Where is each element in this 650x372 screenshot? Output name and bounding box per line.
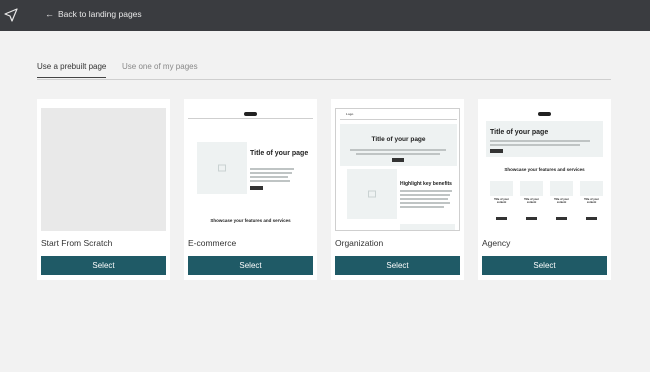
thumb-logo: Logo [346,112,354,116]
template-name: Start From Scratch [41,238,113,248]
back-link[interactable]: ← Back to landing pages [45,9,142,19]
image-placeholder-icon [580,181,603,196]
template-name: Organization [335,238,384,248]
template-name: E-commerce [188,238,237,248]
thumb-heading: Showcase your features and services [504,167,585,172]
select-button[interactable]: Select [335,256,460,275]
tab-bar: Use a prebuilt page Use one of my pages [37,60,611,80]
arrow-left-icon: ← [45,8,54,19]
tab-my-pages[interactable]: Use one of my pages [122,62,198,77]
select-button[interactable]: Select [482,256,607,275]
template-card-agency[interactable]: Title of your page Showcase your feature… [478,99,611,280]
thumb-item-title: Title of your content [494,198,509,204]
thumb-item-title: Title of your content [554,198,569,204]
thumb-item-title: Title of your content [584,198,599,204]
thumb-heading: Highlight key benefits [400,181,452,187]
back-link-label: Back to landing pages [58,9,142,19]
image-placeholder-icon [490,181,513,196]
template-card-scratch[interactable]: Start From Scratch Select [37,99,170,280]
image-placeholder-icon [520,181,543,196]
thumb-pill [244,112,257,116]
template-thumbnail: Logo Title of your page Highlight key be… [335,108,460,231]
send-icon[interactable] [4,8,18,22]
tab-prebuilt-page[interactable]: Use a prebuilt page [37,62,107,78]
select-button[interactable]: Select [41,256,166,275]
thumb-item-title: Title of your content [524,198,539,204]
thumb-title: Title of your page [490,129,549,136]
thumb-heading: Showcase your features and services [210,218,291,223]
template-card-ecommerce[interactable]: Title of your page Showcase your feature… [184,99,317,280]
thumb-title: Title of your page [250,150,309,157]
image-placeholder-icon [197,142,247,194]
image-placeholder-icon [550,181,573,196]
top-bar: ← Back to landing pages [0,0,650,31]
template-name: Agency [482,238,511,248]
template-thumbnail: Title of your page Showcase your feature… [188,108,313,231]
thumb-hero [486,121,603,157]
thumb-button [250,186,263,190]
thumb-divider [188,118,313,119]
template-thumbnail: Title of your page Showcase your feature… [482,108,607,231]
select-button[interactable]: Select [188,256,313,275]
template-card-organization[interactable]: Logo Title of your page Highlight key be… [331,99,464,280]
image-placeholder-icon [347,169,397,219]
template-thumbnail [41,108,166,231]
thumb-title: Title of your page [371,136,426,143]
